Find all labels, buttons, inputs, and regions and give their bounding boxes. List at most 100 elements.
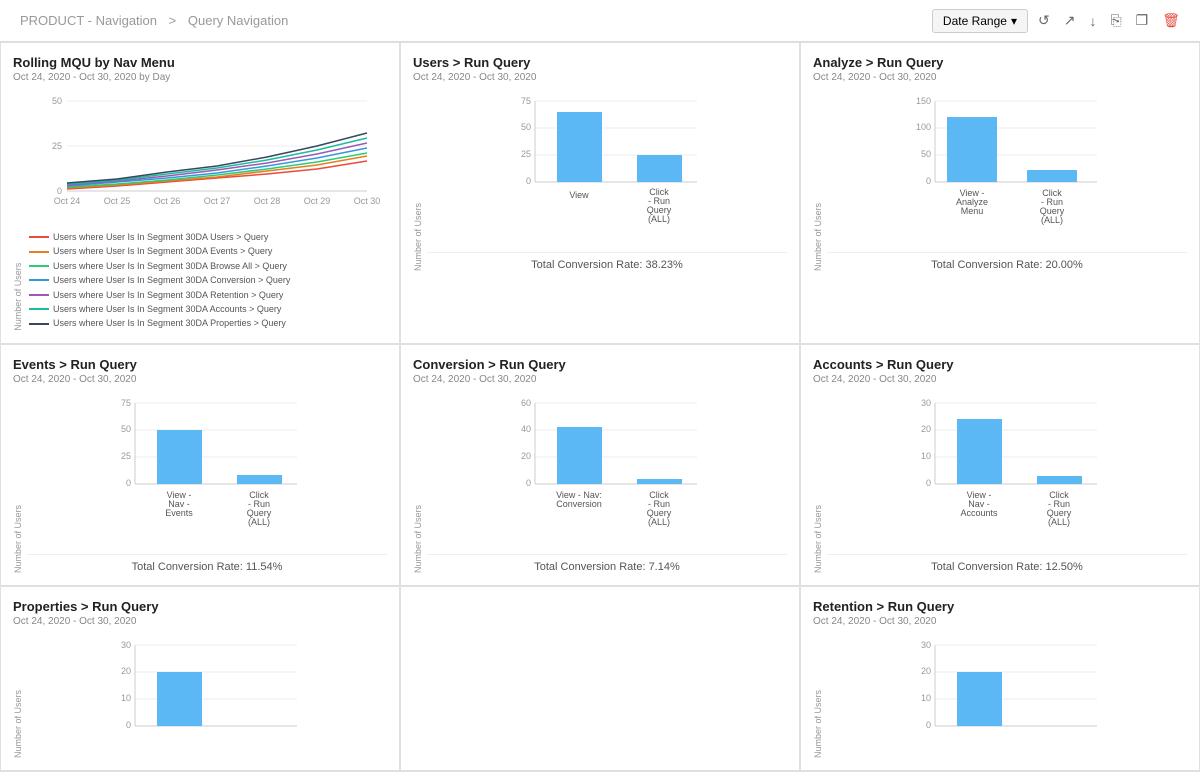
- rolling-mqu-panel: Rolling MQU by Nav Menu Oct 24, 2020 - O…: [0, 42, 400, 344]
- refresh-button[interactable]: ↺: [1034, 8, 1054, 33]
- svg-text:Oct 29: Oct 29: [304, 196, 331, 206]
- svg-text:0: 0: [526, 176, 531, 186]
- svg-text:Oct 24: Oct 24: [54, 196, 81, 206]
- svg-text:75: 75: [121, 398, 131, 408]
- retention-run-query-subtitle: Oct 24, 2020 - Oct 30, 2020: [813, 616, 1187, 627]
- svg-text:Oct 30: Oct 30: [354, 196, 381, 206]
- analyze-run-query-title: Analyze > Run Query: [813, 55, 1187, 70]
- svg-text:30: 30: [921, 640, 931, 650]
- svg-text:40: 40: [521, 424, 531, 434]
- conversion-run-query-subtitle: Oct 24, 2020 - Oct 30, 2020: [413, 374, 787, 385]
- rolling-mqu-subtitle: Oct 24, 2020 - Oct 30, 2020 by Day: [13, 72, 387, 83]
- svg-text:50: 50: [921, 149, 931, 159]
- svg-text:Accounts: Accounts: [960, 508, 998, 518]
- properties-run-query-subtitle: Oct 24, 2020 - Oct 30, 2020: [13, 616, 387, 627]
- rolling-mqu-chart: 50 25 0 Oct 24 Oct 25 Oct 26 Oct 27 Oct …: [27, 91, 387, 221]
- svg-text:Oct 25: Oct 25: [104, 196, 131, 206]
- properties-run-query-chart: 0 10 20 30: [27, 635, 387, 755]
- svg-text:Oct 28: Oct 28: [254, 196, 281, 206]
- retention-run-query-chart: 0 10 20 30: [827, 635, 1187, 755]
- accounts-run-query-title: Accounts > Run Query: [813, 357, 1187, 372]
- share-button[interactable]: ↗: [1060, 8, 1080, 33]
- events-run-query-title: Events > Run Query: [13, 357, 387, 372]
- svg-text:25: 25: [521, 149, 531, 159]
- accounts-y-label: Number of Users: [813, 393, 823, 573]
- retention-run-query-title: Retention > Run Query: [813, 599, 1187, 614]
- conversion-run-query-panel: Conversion > Run Query Oct 24, 2020 - Oc…: [400, 344, 800, 586]
- svg-text:0: 0: [526, 478, 531, 488]
- svg-text:Oct 27: Oct 27: [204, 196, 231, 206]
- svg-text:30: 30: [921, 398, 931, 408]
- svg-text:20: 20: [921, 666, 931, 676]
- breadcrumb-product[interactable]: PRODUCT - Navigation: [20, 13, 157, 28]
- svg-text:0: 0: [926, 478, 931, 488]
- users-run-query-subtitle: Oct 24, 2020 - Oct 30, 2020: [413, 72, 787, 83]
- svg-text:(ALL): (ALL): [248, 517, 270, 527]
- rolling-mqu-title: Rolling MQU by Nav Menu: [13, 55, 387, 70]
- svg-text:(ALL): (ALL): [1041, 215, 1063, 225]
- properties-run-query-title: Properties > Run Query: [13, 599, 387, 614]
- accounts-conversion-rate: Total Conversion Rate: 12.50%: [827, 554, 1187, 573]
- download-button[interactable]: ↓: [1085, 9, 1100, 33]
- duplicate-button[interactable]: ❐: [1132, 8, 1153, 33]
- svg-text:20: 20: [121, 666, 131, 676]
- svg-text:0: 0: [126, 478, 131, 488]
- copy-button[interactable]: ⎘: [1106, 8, 1125, 33]
- page-header: PRODUCT - Navigation > Query Navigation …: [0, 0, 1200, 42]
- events-conversion-rate: Total Conversion Rate: 11.54%: [27, 554, 387, 573]
- analyze-y-label: Number of Users: [813, 91, 823, 271]
- events-run-query-panel: Events > Run Query Oct 24, 2020 - Oct 30…: [0, 344, 400, 586]
- svg-text:50: 50: [52, 96, 62, 106]
- breadcrumb: PRODUCT - Navigation > Query Navigation: [16, 13, 292, 28]
- svg-text:0: 0: [126, 720, 131, 730]
- users-run-query-y-label: Number of Users: [413, 91, 423, 271]
- svg-text:10: 10: [921, 451, 931, 461]
- svg-text:50: 50: [521, 122, 531, 132]
- svg-text:100: 100: [916, 122, 931, 132]
- rolling-mqu-y-label: Number of Users: [13, 91, 23, 331]
- events-y-label: Number of Users: [13, 393, 23, 573]
- svg-text:View: View: [569, 190, 589, 200]
- properties-y-label: Number of Users: [13, 635, 23, 758]
- chevron-down-icon: ▾: [1011, 14, 1017, 28]
- svg-text:20: 20: [521, 451, 531, 461]
- svg-text:Oct 26: Oct 26: [154, 196, 181, 206]
- delete-button[interactable]: 🗑: [1158, 8, 1184, 33]
- breadcrumb-current: Query Navigation: [188, 13, 288, 28]
- retention-run-query-panel: Retention > Run Query Oct 24, 2020 - Oct…: [800, 586, 1200, 771]
- users-run-query-title: Users > Run Query: [413, 55, 787, 70]
- svg-text:0: 0: [57, 186, 62, 196]
- analyze-run-query-panel: Analyze > Run Query Oct 24, 2020 - Oct 3…: [800, 42, 1200, 344]
- events-run-query-subtitle: Oct 24, 2020 - Oct 30, 2020: [13, 374, 387, 385]
- users-conversion-rate: Total Conversion Rate: 38.23%: [427, 252, 787, 271]
- events-run-query-chart: 0 25 50 75 View - Nav - Events Click - R…: [27, 393, 387, 543]
- analyze-run-query-subtitle: Oct 24, 2020 - Oct 30, 2020: [813, 72, 1187, 83]
- svg-text:Events: Events: [165, 508, 193, 518]
- analyze-run-query-chart: 0 50 100 150 View - Analyze Menu Click -…: [827, 91, 1187, 241]
- users-run-query-chart: 0 25 50 75 View Click - Run Query (ALL): [427, 91, 787, 241]
- date-range-button[interactable]: Date Range ▾: [932, 9, 1028, 33]
- svg-text:Conversion: Conversion: [556, 499, 602, 509]
- breadcrumb-separator: >: [169, 13, 177, 28]
- svg-text:25: 25: [52, 141, 62, 151]
- svg-text:50: 50: [121, 424, 131, 434]
- svg-text:Menu: Menu: [961, 206, 984, 216]
- accounts-run-query-subtitle: Oct 24, 2020 - Oct 30, 2020: [813, 374, 1187, 385]
- conversion-run-query-chart: 0 20 40 60 View - Nav: Conversion Click …: [427, 393, 787, 543]
- svg-text:0: 0: [926, 176, 931, 186]
- properties-run-query-panel: Properties > Run Query Oct 24, 2020 - Oc…: [0, 586, 400, 771]
- accounts-run-query-panel: Accounts > Run Query Oct 24, 2020 - Oct …: [800, 344, 1200, 586]
- svg-text:10: 10: [921, 693, 931, 703]
- analyze-conversion-rate: Total Conversion Rate: 20.00%: [827, 252, 1187, 271]
- empty-panel: [400, 586, 800, 771]
- users-run-query-panel: Users > Run Query Oct 24, 2020 - Oct 30,…: [400, 42, 800, 344]
- svg-text:(ALL): (ALL): [648, 517, 670, 527]
- accounts-run-query-chart: 0 10 20 30 View - Nav - Accounts Click -…: [827, 393, 1187, 543]
- conversion-run-query-title: Conversion > Run Query: [413, 357, 787, 372]
- svg-text:20: 20: [921, 424, 931, 434]
- conversion-y-label: Number of Users: [413, 393, 423, 573]
- header-actions: Date Range ▾ ↺ ↗ ↓ ⎘ ❐ 🗑: [932, 8, 1184, 33]
- retention-y-label: Number of Users: [813, 635, 823, 758]
- svg-text:25: 25: [121, 451, 131, 461]
- svg-text:10: 10: [121, 693, 131, 703]
